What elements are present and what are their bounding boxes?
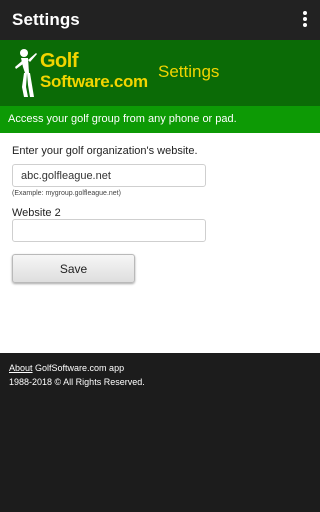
website-hint: (Example: mygroup.golfleague.net)	[12, 190, 121, 197]
tagline-banner: Access your golf group from any phone or…	[0, 106, 320, 133]
footer: About GolfSoftware.com app 1988-2018 © A…	[0, 353, 320, 512]
golfer-icon	[15, 49, 37, 97]
golfsoftware-logo: Golf Software.com	[12, 47, 148, 99]
about-text: GolfSoftware.com app	[32, 363, 125, 373]
logo-golf-text: Golf	[40, 50, 79, 72]
app-bar: Settings	[0, 0, 320, 40]
website2-label: Website 2	[12, 207, 61, 219]
about-link[interactable]: About	[9, 363, 33, 373]
app-bar-title: Settings	[12, 10, 80, 29]
save-button[interactable]: Save	[12, 254, 135, 283]
settings-form: Enter your golf organization's website. …	[0, 133, 320, 353]
more-vert-icon[interactable]	[300, 11, 310, 29]
copyright-text: 1988-2018 © All Rights Reserved.	[9, 377, 145, 387]
website-label: Enter your golf organization's website.	[12, 145, 198, 157]
logo-software-text: Software.com	[40, 72, 148, 91]
brand-header: Golf Software.com Settings	[0, 40, 320, 106]
website-input[interactable]	[12, 164, 206, 187]
website2-input[interactable]	[12, 219, 206, 242]
page-title: Settings	[158, 62, 220, 81]
about-line: About GolfSoftware.com app	[9, 363, 124, 373]
